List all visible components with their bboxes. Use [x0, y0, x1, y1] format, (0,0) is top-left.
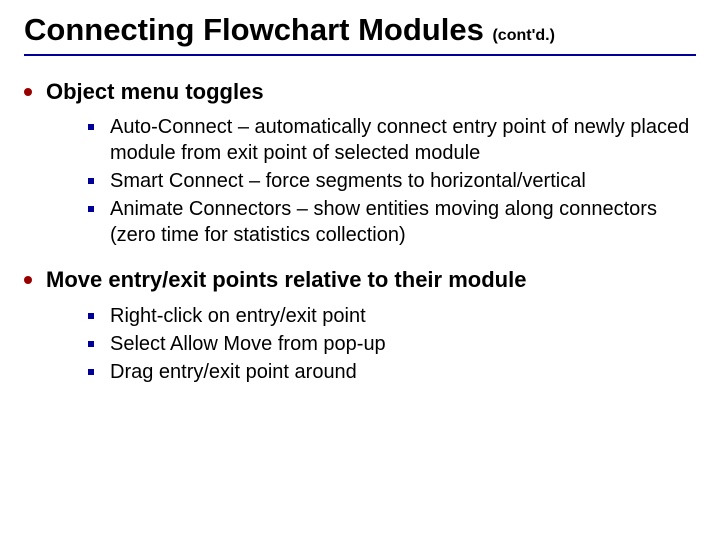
sub-bullet-list: Auto-Connect – automatically connect ent… [88, 114, 696, 248]
bullet-level2: Select Allow Move from pop-up [88, 331, 696, 357]
bullet-square-icon [88, 341, 94, 347]
bullet-level2: Smart Connect – force segments to horizo… [88, 168, 696, 194]
section-heading: Object menu toggles [46, 78, 264, 107]
slide-title: Connecting Flowchart Modules (cont'd.) [24, 12, 696, 56]
bullet-square-icon [88, 313, 94, 319]
sub-bullet-text: Animate Connectors – show entities movin… [110, 196, 696, 248]
section-heading: Move entry/exit points relative to their… [46, 266, 526, 295]
sub-bullet-text: Right-click on entry/exit point [110, 303, 366, 329]
bullet-square-icon [88, 178, 94, 184]
bullet-level1: Move entry/exit points relative to their… [24, 266, 696, 295]
slide-body: Object menu toggles Auto-Connect – autom… [24, 78, 696, 385]
bullet-level2: Animate Connectors – show entities movin… [88, 196, 696, 248]
bullet-dot-icon [24, 88, 32, 96]
bullet-square-icon [88, 206, 94, 212]
bullet-dot-icon [24, 276, 32, 284]
bullet-square-icon [88, 124, 94, 130]
bullet-level2: Drag entry/exit point around [88, 359, 696, 385]
sub-bullet-text: Select Allow Move from pop-up [110, 331, 386, 357]
bullet-level2: Auto-Connect – automatically connect ent… [88, 114, 696, 166]
bullet-square-icon [88, 369, 94, 375]
sub-bullet-text: Smart Connect – force segments to horizo… [110, 168, 586, 194]
bullet-level1: Object menu toggles [24, 78, 696, 107]
bullet-level2: Right-click on entry/exit point [88, 303, 696, 329]
sub-bullet-list: Right-click on entry/exit point Select A… [88, 303, 696, 385]
title-main: Connecting Flowchart Modules [24, 12, 484, 47]
title-suffix: (cont'd.) [492, 27, 554, 44]
sub-bullet-text: Auto-Connect – automatically connect ent… [110, 114, 696, 166]
sub-bullet-text: Drag entry/exit point around [110, 359, 357, 385]
